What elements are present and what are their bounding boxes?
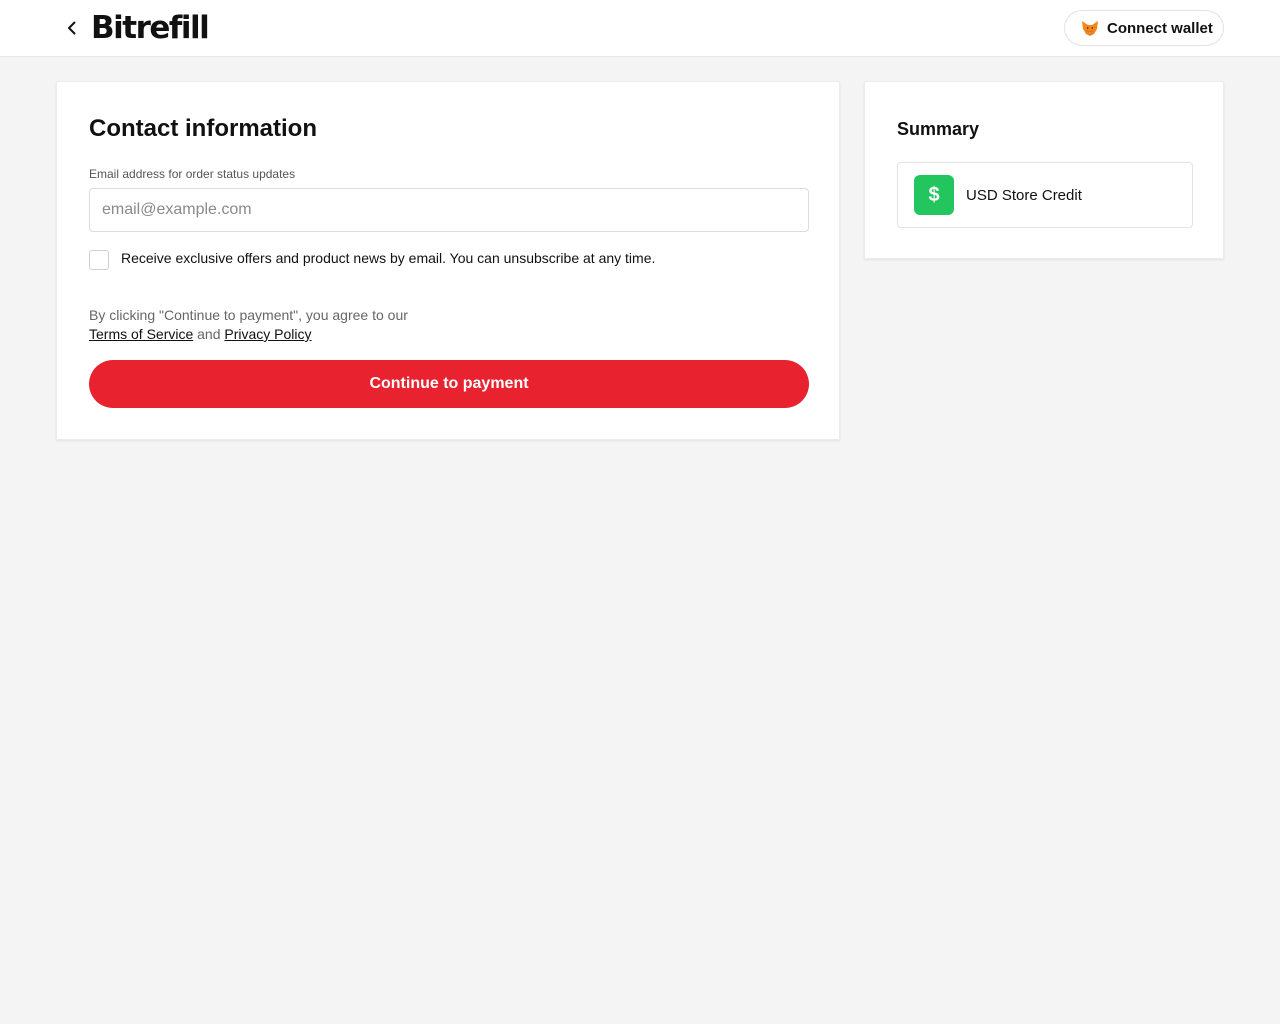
chevron-left-icon (68, 21, 76, 35)
back-button[interactable] (58, 14, 86, 42)
email-label: Email address for order status updates (89, 167, 296, 181)
summary-title: Summary (897, 119, 980, 139)
summary-card: Summary $ USD Store Credit (864, 81, 1224, 259)
continue-to-payment-button[interactable]: Continue to payment (89, 360, 809, 408)
connect-wallet-button[interactable]: Connect wallet (1064, 10, 1224, 46)
email-input[interactable] (89, 188, 809, 232)
offers-checkbox-label[interactable]: Receive exclusive offers and product new… (121, 249, 655, 267)
contact-title: Contact information (89, 115, 317, 142)
privacy-policy-link[interactable]: Privacy Policy (224, 326, 311, 342)
terms-agreement-text: By clicking "Continue to payment", you a… (89, 306, 429, 344)
contact-information-card: Contact information Email address for or… (56, 81, 840, 440)
top-bar: Bitrefill Connect wallet (0, 0, 1280, 57)
dollar-icon: $ (914, 175, 954, 215)
summary-item-label: USD Store Credit (966, 186, 1082, 204)
connect-wallet-label: Connect wallet (1107, 19, 1213, 37)
offers-checkbox[interactable] (89, 250, 109, 270)
fox-icon (1080, 18, 1100, 38)
agree-middle: and (193, 326, 225, 342)
agree-prefix: By clicking "Continue to payment", you a… (89, 307, 408, 323)
terms-of-service-link[interactable]: Terms of Service (89, 326, 193, 342)
bitrefill-logo[interactable]: Bitrefill (91, 9, 210, 47)
summary-item: $ USD Store Credit (897, 162, 1193, 228)
